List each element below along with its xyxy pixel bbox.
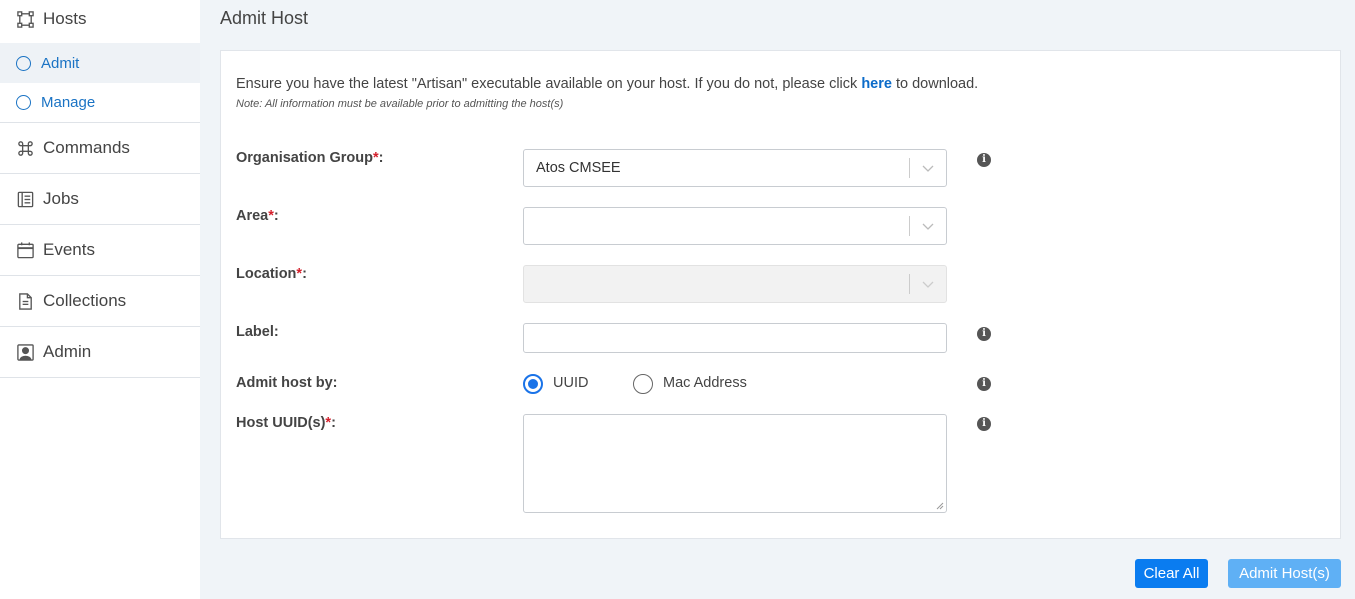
sidebar-item-jobs[interactable]: Jobs [0,174,200,225]
sidebar-item-label: Hosts [43,9,87,28]
sidebar-item-hosts[interactable]: Hosts [0,0,200,43]
admit-host-panel: Ensure you have the latest "Artisan" exe… [220,50,1341,539]
select-separator [909,216,910,236]
circle-icon [16,55,31,71]
sidebar: Hosts Admit Manage Commands Jobs Events … [0,0,200,599]
command-icon [15,138,35,158]
org-group-label: Organisation Group*: [236,150,383,166]
sidebar-item-events[interactable]: Events [0,225,200,276]
org-group-select[interactable]: Atos CMSEE [523,149,947,187]
label-field-label: Label: [236,324,279,340]
label-colon: : [302,266,307,282]
circle-icon [16,95,31,110]
label-colon: : [378,150,384,166]
chevron-down-icon[interactable] [920,160,936,176]
sidebar-item-label: Admin [43,342,92,361]
uuid-radio[interactable] [523,374,543,394]
label-colon: : [331,415,336,431]
intro-text: Ensure you have the latest "Artisan" exe… [236,76,978,92]
sidebar-subitem-admit[interactable]: Admit [0,43,200,83]
hosts-square-icon [15,9,35,29]
sidebar-item-label: Collections [43,291,127,310]
sidebar-subitem-label: Admit [41,54,80,72]
intro-text-before: Ensure you have the latest "Artisan" exe… [236,76,862,92]
org-group-value: Atos CMSEE [536,160,621,176]
area-select[interactable] [523,207,947,245]
select-separator [909,158,910,178]
chevron-down-icon[interactable] [920,218,936,234]
sidebar-item-commands[interactable]: Commands [0,123,200,174]
host-uuids-label: Host UUID(s)*: [236,415,336,431]
location-label-text: Location [236,266,297,282]
document-icon [15,291,35,311]
sidebar-subitem-manage[interactable]: Manage [0,83,200,123]
list-icon [15,189,35,209]
info-icon[interactable]: i [977,377,991,391]
sidebar-item-label: Commands [43,138,130,157]
mac-address-radio-label[interactable]: Mac Address [663,375,747,391]
host-uuids-label-text: Host UUID(s) [236,415,326,431]
clear-all-button[interactable]: Clear All [1135,559,1208,588]
info-icon[interactable]: i [977,417,991,431]
user-portrait-icon [15,342,35,362]
area-label: Area*: [236,208,279,224]
info-icon[interactable]: i [977,153,991,167]
admit-hosts-button[interactable]: Admit Host(s) [1228,559,1341,588]
sidebar-item-label: Jobs [43,189,79,208]
sidebar-item-collections[interactable]: Collections [0,276,200,327]
label-input[interactable] [523,323,947,353]
mac-address-radio[interactable] [633,374,653,394]
chevron-down-icon [922,281,934,288]
sidebar-item-admin[interactable]: Admin [0,327,200,378]
label-colon: : [273,208,279,224]
intro-text-after: to download. [891,76,979,92]
sidebar-subitem-label: Manage [41,94,96,111]
location-label: Location*: [236,266,307,282]
select-separator [909,274,910,294]
calendar-icon [15,240,35,260]
area-label-text: Area [236,208,269,224]
uuid-radio-label[interactable]: UUID [553,375,588,391]
admit-by-label: Admit host by: [236,375,338,391]
org-group-label-text: Organisation Group [236,150,373,166]
download-link[interactable]: here [861,76,892,92]
host-uuids-textarea[interactable] [523,414,947,513]
info-icon[interactable]: i [977,327,991,341]
sidebar-item-label: Events [43,240,95,259]
resize-grip-icon[interactable] [936,502,944,510]
location-select [523,265,947,303]
info-note: Note: All information must be available … [236,98,564,110]
page-title: Admit Host [220,8,309,28]
